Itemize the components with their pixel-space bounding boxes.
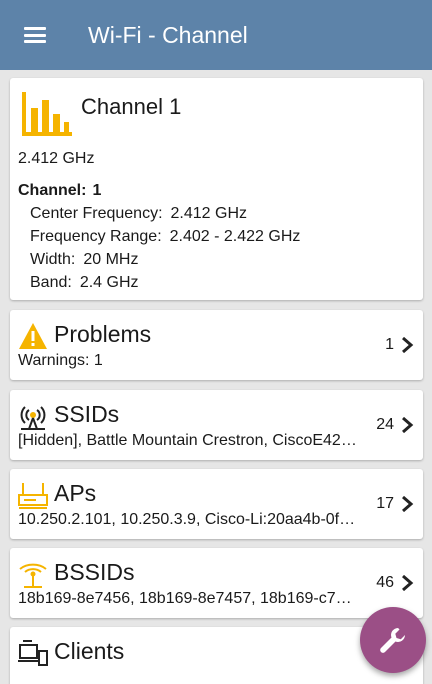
aps-subtitle: 10.250.2.101, 10.250.3.9, Cisco-Li:20aa4… — [18, 511, 356, 528]
problems-subtitle: Warnings: 1 — [18, 352, 103, 369]
chevron-right-icon — [402, 496, 414, 512]
detail-value: 20 MHz — [83, 251, 139, 268]
problems-count: 1 — [385, 336, 394, 353]
chevron-right-icon — [402, 337, 414, 353]
ssids-title: SSIDs — [54, 401, 120, 427]
detail-label: Center Frequency: — [30, 205, 163, 222]
clients-title: Clients — [54, 638, 125, 664]
chevron-right-icon — [402, 575, 414, 591]
chevron-right-icon — [402, 417, 414, 433]
antenna-icon — [19, 563, 47, 588]
detail-band: Band: 2.4 GHz — [30, 274, 139, 292]
page-title: Wi-Fi - Channel — [88, 21, 248, 48]
wifi-tower-icon — [20, 406, 46, 430]
detail-label: Band: — [30, 274, 72, 291]
detail-value: 2.4 GHz — [79, 274, 139, 291]
channel-frequency: 2.412 GHz — [18, 150, 95, 167]
bssids-card[interactable]: BSSIDs 18b169-8e7456, 18b169-8e7457, 18b… — [10, 548, 423, 618]
aps-count: 17 — [376, 495, 394, 512]
channel-title: Channel 1 — [81, 94, 182, 119]
detail-width: Width: 20 MHz — [30, 251, 138, 269]
app-bar: Wi-Fi - Channel — [0, 0, 432, 70]
detail-label: Frequency Range: — [30, 228, 162, 245]
detail-label: Width: — [30, 251, 76, 268]
problems-title: Problems — [54, 321, 152, 347]
bar-chart-icon — [22, 92, 72, 136]
detail-value: 2.412 GHz — [170, 205, 247, 222]
channel-value: 1 — [92, 182, 102, 199]
menu-button[interactable] — [0, 0, 70, 70]
detail-frequency-range: Frequency Range: 2.402 - 2.422 GHz — [30, 228, 300, 246]
ssids-subtitle: [Hidden], Battle Mountain Crestron, Cisc… — [18, 432, 357, 449]
access-point-icon — [18, 483, 48, 509]
aps-card[interactable]: APs 10.250.2.101, 10.250.3.9, Cisco-Li:2… — [10, 469, 423, 539]
problems-card[interactable]: Problems Warnings: 1 1 — [10, 310, 423, 380]
tools-fab-button[interactable] — [360, 607, 426, 673]
bssids-count: 46 — [376, 574, 394, 591]
bssids-subtitle: 18b169-8e7456, 18b169-8e7457, 18b169-c7… — [18, 590, 352, 607]
channel-number-row: Channel: 1 — [18, 182, 101, 200]
detail-value: 2.402 - 2.422 GHz — [169, 228, 301, 245]
aps-title: APs — [54, 480, 97, 506]
ssids-count: 24 — [376, 416, 394, 433]
menu-icon — [24, 27, 46, 43]
bssids-title: BSSIDs — [54, 559, 135, 585]
wrench-icon — [380, 628, 405, 653]
ssids-card[interactable]: SSIDs [Hidden], Battle Mountain Crestron… — [10, 390, 423, 460]
channel-label: Channel: — [18, 182, 87, 199]
detail-center-frequency: Center Frequency: 2.412 GHz — [30, 205, 247, 223]
channel-card: Channel 1 2.412 GHz Channel: 1 Center Fre… — [10, 78, 423, 300]
client-devices-icon — [18, 640, 48, 666]
warning-icon — [19, 323, 47, 349]
